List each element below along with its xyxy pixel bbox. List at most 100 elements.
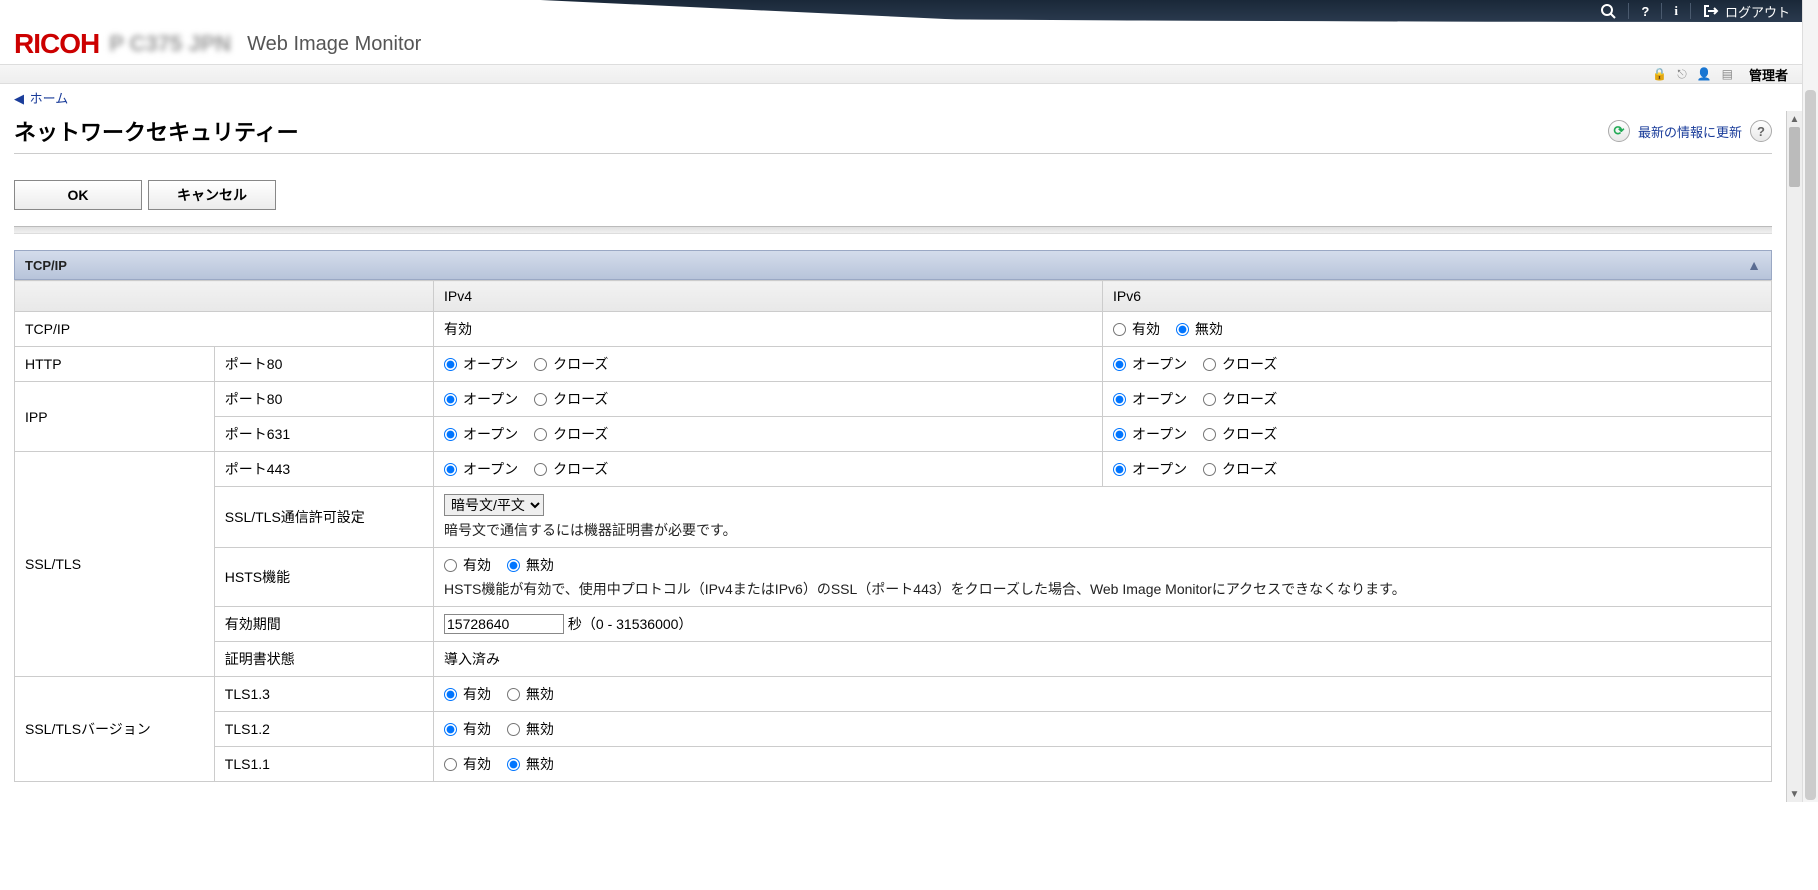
row-sublabel: 有効期間	[214, 607, 433, 642]
hsts-note: HSTS機能が有効で、使用中プロトコル（IPv4またはIPv6）のSSL（ポート…	[444, 579, 1761, 599]
brand-app: Web Image Monitor	[247, 33, 421, 56]
col-blank	[15, 281, 434, 312]
tls11-enabled[interactable]: 有効	[444, 754, 491, 774]
http-ipv4-open[interactable]: オープン	[444, 354, 518, 374]
refresh-link[interactable]: 最新の情報に更新	[1638, 122, 1742, 141]
separator	[1690, 3, 1691, 19]
page-title: ネットワークセキュリティー	[14, 115, 299, 147]
cancel-button[interactable]: キャンセル	[148, 180, 276, 210]
ipp631-ipv6-close[interactable]: クローズ	[1203, 424, 1277, 444]
ipp80-ipv6-close[interactable]: クローズ	[1203, 389, 1277, 409]
inner-scrollbar[interactable]: ▲ ▼	[1786, 111, 1802, 802]
tls11-disabled[interactable]: 無効	[507, 754, 554, 774]
cert-state-value: 導入済み	[434, 642, 1772, 677]
http-ipv4: オープン クローズ	[434, 347, 1103, 382]
tls13-cell: 有効 無効	[434, 677, 1772, 712]
ipp631-ipv6-open[interactable]: オープン	[1113, 424, 1187, 444]
tcpip-ipv6-enabled[interactable]: 有効	[1113, 319, 1160, 339]
logout-label: ログアウト	[1725, 2, 1790, 21]
breadcrumb: ◀ ホーム	[0, 84, 1802, 111]
ssl443-ipv6-close[interactable]: クローズ	[1203, 459, 1277, 479]
tcpip-ipv6-value: 有効 無効	[1102, 312, 1771, 347]
tls11-cell: 有効 無効	[434, 747, 1772, 782]
topbar-background	[0, 0, 1802, 22]
admin-label: 管理者	[1743, 65, 1788, 84]
logout-button[interactable]: ログアウト	[1703, 2, 1790, 21]
tls12-cell: 有効 無効	[434, 712, 1772, 747]
valid-period-input[interactable]	[444, 614, 564, 634]
separator	[1628, 3, 1629, 19]
outer-scrollbar[interactable]	[1802, 0, 1818, 802]
row-sublabel: ポート80	[214, 382, 433, 417]
brand-model: P C375 JPN	[109, 31, 231, 57]
collapse-icon[interactable]: ▲	[1747, 257, 1761, 273]
http-ipv6-open[interactable]: オープン	[1113, 354, 1187, 374]
scroll-down-icon[interactable]: ▼	[1787, 786, 1802, 802]
row-label: HTTP	[15, 347, 215, 382]
tls13-disabled[interactable]: 無効	[507, 684, 554, 704]
user-icon: 👤	[1697, 67, 1712, 81]
row-label: SSL/TLS	[15, 452, 215, 677]
info-icon[interactable]: i	[1674, 3, 1678, 19]
ipp631-ipv4-close[interactable]: クローズ	[534, 424, 608, 444]
hsts-enabled[interactable]: 有効	[444, 555, 491, 575]
col-ipv4: IPv4	[434, 281, 1103, 312]
ssl443-ipv4-open[interactable]: オープン	[444, 459, 518, 479]
section-title: TCP/IP	[25, 258, 67, 273]
ssl443-ipv6-open[interactable]: オープン	[1113, 459, 1187, 479]
ipp80-ipv6-open[interactable]: オープン	[1113, 389, 1187, 409]
branding-row: RICOH P C375 JPN Web Image Monitor	[0, 22, 1802, 64]
section-header-tcpip: TCP/IP ▲	[14, 250, 1772, 280]
row-sublabel: ポート80	[214, 347, 433, 382]
page-help-icon[interactable]: ?	[1750, 120, 1772, 142]
ssl-perm-cell: 暗号文/平文 暗号文で通信するには機器証明書が必要です。	[434, 487, 1772, 548]
ipp631-ipv4: オープン クローズ	[434, 417, 1103, 452]
row-sublabel: ポート631	[214, 417, 433, 452]
breadcrumb-home[interactable]: ホーム	[30, 91, 69, 106]
row-label: TCP/IP	[15, 312, 434, 347]
valid-period-suffix: 秒（0 - 31536000）	[568, 616, 693, 632]
row-sublabel: TLS1.1	[214, 747, 433, 782]
tls12-enabled[interactable]: 有効	[444, 719, 491, 739]
outer-scroll-thumb[interactable]	[1805, 90, 1816, 800]
ipp631-ipv6: オープン クローズ	[1102, 417, 1771, 452]
topbar-actions: ? i ログアウト	[1600, 0, 1790, 22]
search-icon[interactable]	[1600, 3, 1616, 19]
tls12-disabled[interactable]: 無効	[507, 719, 554, 739]
ipp80-ipv6: オープン クローズ	[1102, 382, 1771, 417]
row-sublabel: TLS1.2	[214, 712, 433, 747]
ssl-perm-note: 暗号文で通信するには機器証明書が必要です。	[444, 520, 1761, 540]
title-row: ネットワークセキュリティー ⟳ 最新の情報に更新 ?	[14, 111, 1772, 154]
ipp80-ipv4-close[interactable]: クローズ	[534, 389, 608, 409]
row-label: SSL/TLSバージョン	[15, 677, 215, 782]
tcpip-ipv4-value: 有効	[434, 312, 1103, 347]
network-icon: ⎋	[1677, 67, 1687, 82]
tcpip-ipv6-disabled[interactable]: 無効	[1176, 319, 1223, 339]
ssl-perm-select[interactable]: 暗号文/平文	[444, 494, 544, 516]
ipp80-ipv4: オープン クローズ	[434, 382, 1103, 417]
title-actions: ⟳ 最新の情報に更新 ?	[1608, 120, 1772, 142]
refresh-label: 最新の情報に更新	[1638, 122, 1742, 141]
hsts-disabled[interactable]: 無効	[507, 555, 554, 575]
scroll-up-icon[interactable]: ▲	[1787, 111, 1802, 127]
http-ipv4-close[interactable]: クローズ	[534, 354, 608, 374]
hsts-cell: 有効 無効 HSTS機能が有効で、使用中プロトコル（IPv4またはIPv6）のS…	[434, 548, 1772, 607]
scroll-thumb[interactable]	[1789, 127, 1800, 187]
refresh-icon[interactable]: ⟳	[1608, 120, 1630, 142]
subheader: 🔒 ⎋ 👤 ▤ 管理者	[0, 64, 1802, 84]
http-ipv6-close[interactable]: クローズ	[1203, 354, 1277, 374]
separator	[1661, 3, 1662, 19]
col-ipv6: IPv6	[1102, 281, 1771, 312]
lock-icon: 🔒	[1652, 67, 1667, 81]
row-label: IPP	[15, 382, 215, 452]
button-row: OK キャンセル	[14, 154, 1772, 226]
ok-button[interactable]: OK	[14, 180, 142, 210]
ipp80-ipv4-open[interactable]: オープン	[444, 389, 518, 409]
topbar: ? i ログアウト	[0, 0, 1802, 22]
help-icon[interactable]: ?	[1641, 4, 1649, 19]
ssl443-ipv4-close[interactable]: クローズ	[534, 459, 608, 479]
ipp631-ipv4-open[interactable]: オープン	[444, 424, 518, 444]
valid-period-cell: 秒（0 - 31536000）	[434, 607, 1772, 642]
row-sublabel: HSTS機能	[214, 548, 433, 607]
tls13-enabled[interactable]: 有効	[444, 684, 491, 704]
